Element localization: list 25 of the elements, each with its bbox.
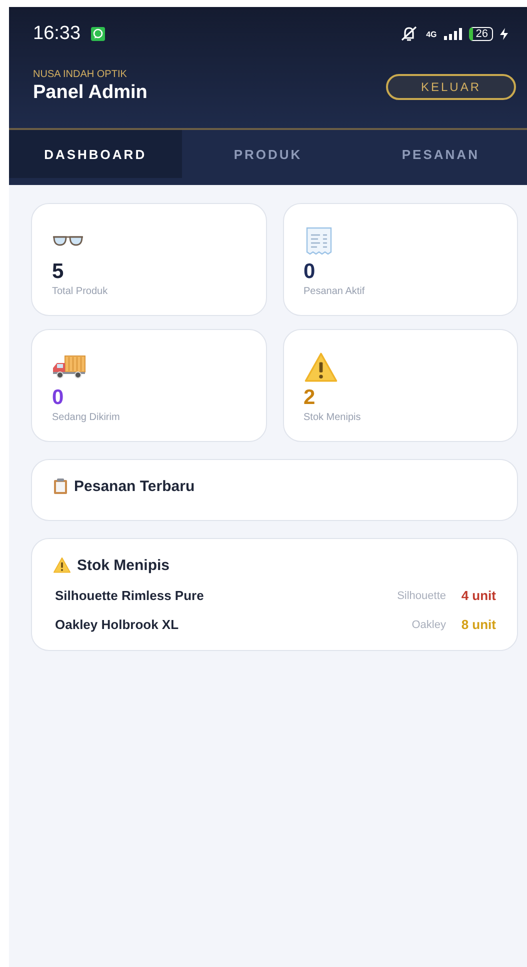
nav-tab[interactable]: PESANAN [354, 130, 527, 178]
brand-name: Silhouette [397, 590, 446, 602]
panel-title: Panel Admin [33, 82, 148, 104]
stat-value: 2 [304, 386, 316, 410]
product-name: Oakley Holbrook XL [55, 617, 179, 632]
section-title: Stok Menipis [77, 557, 170, 574]
section-title: Pesanan Terbaru [74, 478, 195, 495]
stat-label: Stok Menipis [304, 412, 362, 423]
product-name: Silhouette Rimless Pure [55, 588, 204, 603]
stock-count: 4 unit [460, 588, 496, 603]
battery-level: 26 [468, 27, 493, 41]
brand-name: Oakley [412, 618, 446, 630]
stat-label: Sedang Dikirim [52, 412, 121, 423]
stat-label: Pesanan Aktif [304, 286, 366, 297]
stat-label: Total Produk [52, 286, 109, 297]
nav-tab[interactable]: PRODUK [182, 130, 354, 178]
stock-count: 8 unit [460, 617, 496, 632]
network-type: 4G [426, 30, 437, 38]
nav-tab[interactable]: DASHBOARD [9, 130, 182, 178]
stat-value: 5 [52, 260, 65, 284]
status-time: 16:33 [33, 23, 81, 45]
store-name: NUSA INDAH OPTIK [33, 69, 128, 80]
stat-value: 0 [52, 386, 65, 410]
stat-value: 0 [304, 260, 316, 284]
logout-button[interactable]: KELUAR [386, 74, 516, 100]
